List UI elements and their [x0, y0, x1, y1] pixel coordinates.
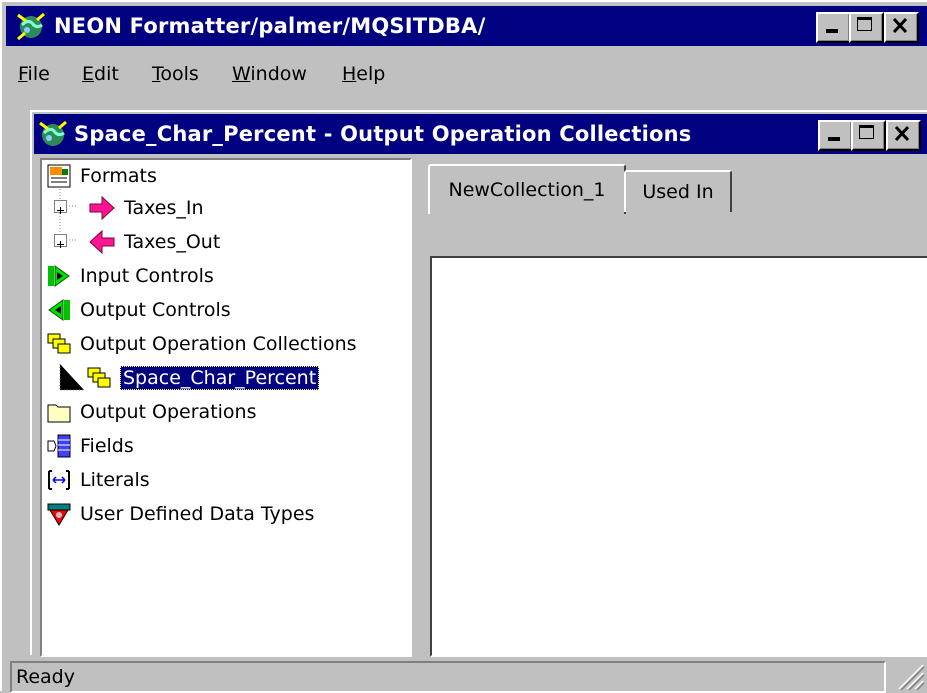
tree-item-label: Taxes_In: [124, 197, 204, 219]
menu-edit[interactable]: Edit: [82, 63, 119, 85]
arrow-left-pink-icon: [89, 229, 115, 255]
tree-item-output-controls[interactable]: Output Controls: [46, 294, 231, 326]
menu-help[interactable]: Help: [342, 63, 385, 85]
tree-item-label: Output Operations: [80, 401, 257, 423]
menu-bar: File Edit Tools Window Help: [6, 50, 927, 98]
literals-icon: [48, 470, 70, 490]
status-text: Ready: [16, 666, 75, 688]
status-bar: Ready: [6, 657, 927, 693]
child-window: Space_Char_Percent - Output Operation Co…: [30, 110, 927, 657]
tab-label: Used In: [642, 181, 714, 203]
tree-item-space-char-percent[interactable]: Space_Char_Percent: [86, 362, 320, 394]
tree-item-label: Literals: [80, 469, 150, 491]
child-close-button[interactable]: [886, 120, 921, 151]
tree-item-label: Output Operation Collections: [80, 333, 357, 355]
main-window: NEON Formatter/palmer/MQSITDBA/ File Edi…: [0, 0, 927, 693]
collection-icon: [87, 367, 111, 388]
user-defined-types-icon: [47, 503, 71, 526]
menu-window[interactable]: Window: [232, 63, 307, 85]
tree-item-taxes-out[interactable]: Taxes_Out: [88, 226, 220, 258]
tree-item-label: Formats: [80, 165, 157, 187]
tree-item-output-operation-collections[interactable]: Output Operation Collections: [46, 328, 357, 360]
child-minimize-button[interactable]: [818, 120, 853, 151]
tree-item-label-selected: Space_Char_Percent: [120, 366, 320, 390]
collection-content-area[interactable]: [430, 256, 927, 657]
tree-item-output-operations[interactable]: Output Operations: [46, 396, 257, 428]
minimize-icon: [828, 137, 840, 141]
tree-item-label: Fields: [80, 435, 134, 457]
arrow-right-pink-icon: [89, 195, 115, 221]
tab-body: [422, 248, 927, 657]
menu-file[interactable]: File: [18, 63, 50, 85]
folder-icon: [47, 404, 71, 423]
tab-used-in[interactable]: Used In: [624, 170, 732, 212]
plus-icon: [57, 207, 64, 214]
detail-pane: NewCollection_1 Used In: [422, 158, 927, 657]
minimize-icon: [826, 29, 838, 33]
tree-item-input-controls[interactable]: Input Controls: [46, 260, 214, 292]
input-controls-icon: [48, 265, 70, 287]
output-controls-icon: [48, 299, 70, 321]
resize-grip-icon[interactable]: [895, 661, 925, 691]
plus-icon: [57, 241, 64, 248]
fields-icon: [47, 434, 71, 458]
tab-newcollection-1[interactable]: NewCollection_1: [428, 164, 626, 214]
tree-item-label: Input Controls: [80, 265, 214, 287]
tree-item-label: Taxes_Out: [124, 231, 221, 253]
status-panel: Ready: [10, 661, 886, 693]
tree-item-formats[interactable]: Formats: [46, 160, 157, 192]
neon-globe-icon: [39, 120, 67, 146]
child-title-bar[interactable]: Space_Char_Percent - Output Operation Co…: [34, 114, 927, 154]
expand-taxes-out-button[interactable]: [54, 234, 67, 248]
tree-item-taxes-in[interactable]: Taxes_In: [88, 192, 204, 224]
close-icon: [894, 126, 910, 141]
tree-item-label: User Defined Data Types: [80, 503, 315, 525]
tree-view[interactable]: Formats Taxes_In Taxes_Out Input Control…: [40, 158, 412, 657]
minimize-button[interactable]: [816, 12, 851, 43]
menu-tools[interactable]: Tools: [152, 63, 199, 85]
app-title: NEON Formatter/palmer/MQSITDBA/: [54, 14, 486, 38]
tree-item-label: Output Controls: [80, 299, 231, 321]
tree-item-user-defined-data-types[interactable]: User Defined Data Types: [46, 498, 314, 530]
maximize-icon: [857, 17, 872, 31]
formats-icon: [47, 164, 71, 188]
collection-icon: [47, 333, 71, 354]
tree-item-literals[interactable]: Literals: [46, 464, 150, 496]
pane-splitter[interactable]: [414, 158, 422, 657]
maximize-button[interactable]: [849, 12, 884, 43]
expand-taxes-in-button[interactable]: [54, 200, 67, 214]
maximize-icon: [859, 125, 874, 139]
neon-globe-icon: [17, 12, 45, 41]
child-maximize-button[interactable]: [851, 120, 886, 151]
tab-label: NewCollection_1: [448, 179, 606, 201]
child-title: Space_Char_Percent - Output Operation Co…: [74, 122, 692, 146]
close-icon: [892, 18, 908, 33]
close-button[interactable]: [884, 12, 919, 43]
tree-item-fields[interactable]: Fields: [46, 430, 134, 462]
main-title-bar[interactable]: NEON Formatter/palmer/MQSITDBA/: [6, 6, 927, 46]
